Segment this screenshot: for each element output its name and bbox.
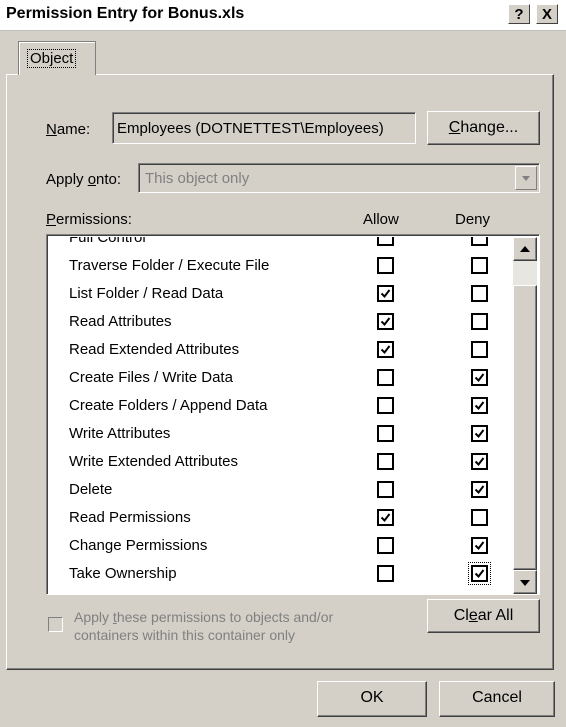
- permission-label: Read Permissions: [69, 509, 191, 526]
- list-item[interactable]: Write Extended Attributes: [49, 447, 513, 475]
- checkmark-icon: [474, 569, 485, 579]
- close-button[interactable]: X: [536, 4, 558, 24]
- list-item[interactable]: Write Attributes: [49, 419, 513, 447]
- allow-checkbox[interactable]: [377, 453, 394, 470]
- permission-label: Full Control: [69, 237, 146, 246]
- permission-label: Write Attributes: [69, 425, 171, 442]
- deny-checkbox[interactable]: [471, 369, 488, 386]
- deny-checkbox[interactable]: [471, 537, 488, 554]
- checkmark-icon: [474, 401, 485, 411]
- allow-checkbox[interactable]: [377, 425, 394, 442]
- scroll-up-button[interactable]: [513, 237, 537, 261]
- permission-label: Take Ownership: [69, 565, 177, 582]
- allow-checkbox[interactable]: [377, 397, 394, 414]
- change-button[interactable]: Change...: [427, 111, 540, 145]
- allow-checkbox[interactable]: [377, 341, 394, 358]
- list-item[interactable]: List Folder / Read Data: [49, 279, 513, 307]
- window-title: Permission Entry for Bonus.xls: [6, 5, 245, 22]
- checkmark-icon: [474, 429, 485, 439]
- tab-object[interactable]: Object: [18, 41, 96, 75]
- checkmark-icon: [380, 289, 391, 299]
- permissions-header: Permissions:: [46, 211, 132, 228]
- scroll-down-button[interactable]: [513, 570, 537, 594]
- checkmark-icon: [380, 317, 391, 327]
- permissions-list[interactable]: Full Control Traverse Folder / Execute F…: [46, 234, 540, 595]
- ok-button[interactable]: OK: [317, 681, 427, 717]
- list-item-partial[interactable]: Full Control: [49, 237, 513, 251]
- list-item[interactable]: Change Permissions: [49, 531, 513, 559]
- deny-checkbox[interactable]: [471, 313, 488, 330]
- deny-checkbox[interactable]: [471, 237, 488, 246]
- deny-checkbox[interactable]: [471, 341, 488, 358]
- permissions-list-viewport: Full Control Traverse Folder / Execute F…: [49, 237, 513, 594]
- checkmark-icon: [380, 345, 391, 355]
- list-item[interactable]: Read Extended Attributes: [49, 335, 513, 363]
- allow-checkbox[interactable]: [377, 537, 394, 554]
- apply-onto-select[interactable]: This object only: [138, 163, 540, 193]
- name-value: Employees (DOTNETTEST\Employees): [117, 120, 384, 137]
- allow-checkbox[interactable]: [377, 285, 394, 302]
- tab-object-label: Object: [27, 49, 77, 68]
- deny-checkbox[interactable]: [471, 257, 488, 274]
- apply-onto-value: This object only: [145, 170, 250, 187]
- apply-children-checkbox[interactable]: [48, 617, 63, 632]
- list-item[interactable]: Read Attributes: [49, 307, 513, 335]
- apply-children-label: Apply these permissions to objects and/o…: [74, 609, 334, 643]
- permission-label: Traverse Folder / Execute File: [69, 257, 270, 274]
- allow-header: Allow: [363, 211, 399, 228]
- permission-label: Write Extended Attributes: [69, 453, 238, 470]
- vertical-scrollbar[interactable]: [513, 237, 537, 594]
- permission-label: Create Files / Write Data: [69, 369, 233, 386]
- deny-header: Deny: [455, 211, 491, 228]
- name-field: Employees (DOTNETTEST\Employees): [112, 112, 416, 144]
- deny-checkbox[interactable]: [471, 397, 488, 414]
- checkmark-icon: [474, 457, 485, 467]
- list-item[interactable]: Create Folders / Append Data: [49, 391, 513, 419]
- title-bar: Permission Entry for Bonus.xls ? X: [0, 0, 566, 31]
- allow-checkbox[interactable]: [377, 313, 394, 330]
- arrow-up-icon: [520, 246, 530, 252]
- checkmark-icon: [380, 513, 391, 523]
- deny-checkbox[interactable]: [471, 481, 488, 498]
- checkmark-icon: [474, 373, 485, 383]
- checkmark-icon: [474, 485, 485, 495]
- deny-checkbox[interactable]: [471, 509, 488, 526]
- permission-label: Change Permissions: [69, 537, 208, 554]
- allow-checkbox[interactable]: [377, 481, 394, 498]
- list-item[interactable]: Traverse Folder / Execute File: [49, 251, 513, 279]
- cancel-button[interactable]: Cancel: [439, 681, 555, 717]
- list-item[interactable]: Delete: [49, 475, 513, 503]
- help-button[interactable]: ?: [508, 4, 530, 24]
- deny-checkbox[interactable]: [471, 285, 488, 302]
- permission-label: Read Attributes: [69, 313, 172, 330]
- clear-all-button[interactable]: Clear All: [427, 599, 540, 633]
- deny-checkbox[interactable]: [468, 562, 491, 585]
- name-label: Name:: [46, 121, 91, 138]
- allow-checkbox[interactable]: [377, 509, 394, 526]
- allow-checkbox[interactable]: [377, 257, 394, 274]
- allow-checkbox[interactable]: [377, 237, 394, 246]
- deny-checkbox[interactable]: [471, 453, 488, 470]
- chevron-down-icon: [522, 176, 530, 181]
- allow-checkbox[interactable]: [377, 369, 394, 386]
- permission-label: Create Folders / Append Data: [69, 397, 268, 414]
- allow-checkbox[interactable]: [377, 565, 394, 582]
- list-item[interactable]: Take Ownership: [49, 559, 513, 587]
- arrow-down-icon: [520, 580, 530, 586]
- deny-checkbox[interactable]: [471, 425, 488, 442]
- scroll-thumb[interactable]: [513, 285, 537, 570]
- permission-label: List Folder / Read Data: [69, 285, 224, 302]
- list-item[interactable]: Create Files / Write Data: [49, 363, 513, 391]
- list-item[interactable]: Read Permissions: [49, 503, 513, 531]
- permission-label: Delete: [69, 481, 113, 498]
- apply-onto-label: Apply onto:: [46, 171, 122, 188]
- checkmark-icon: [474, 541, 485, 551]
- dropdown-button[interactable]: [515, 166, 537, 190]
- permission-label: Read Extended Attributes: [69, 341, 240, 358]
